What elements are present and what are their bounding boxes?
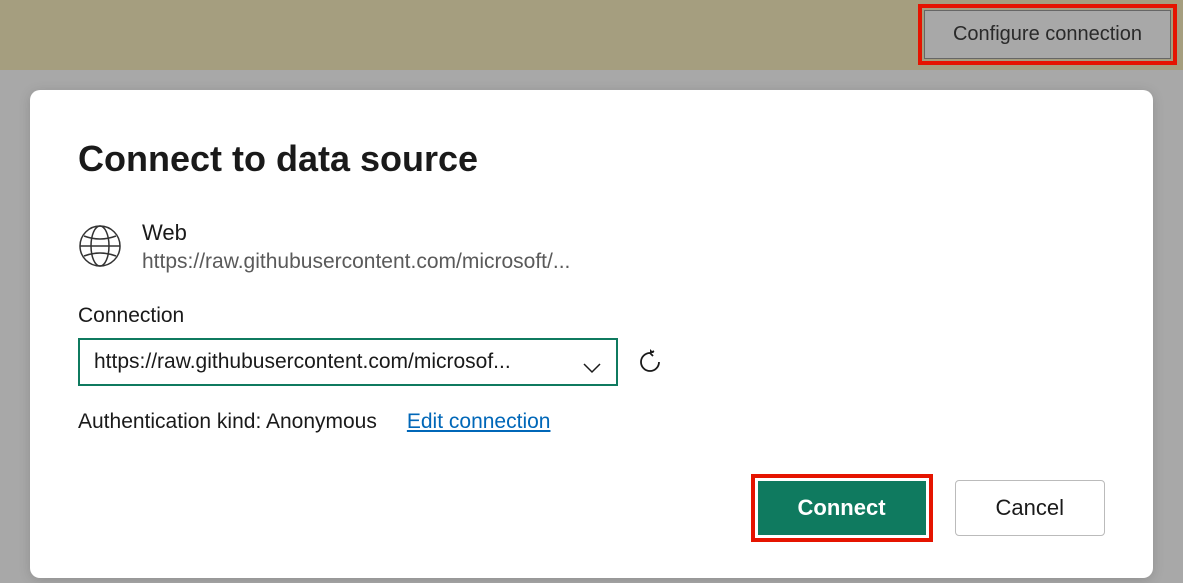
cancel-button[interactable]: Cancel: [955, 480, 1105, 536]
auth-kind-text: Authentication kind: Anonymous: [78, 410, 377, 434]
source-url-text: https://raw.githubusercontent.com/micros…: [142, 250, 570, 274]
source-row: Web https://raw.githubusercontent.com/mi…: [78, 220, 1105, 274]
connect-dialog: Connect to data source Web https://raw.g…: [30, 90, 1153, 578]
dialog-title: Connect to data source: [78, 138, 1105, 180]
source-info: Web https://raw.githubusercontent.com/mi…: [142, 220, 570, 274]
edit-connection-link[interactable]: Edit connection: [407, 410, 551, 434]
connection-dropdown[interactable]: https://raw.githubusercontent.com/micros…: [78, 338, 618, 386]
configure-button-highlight: Configure connection: [918, 4, 1177, 65]
globe-icon: [78, 224, 122, 268]
top-bar: Configure connection: [0, 0, 1183, 70]
connection-field-label: Connection: [78, 304, 1105, 328]
connection-row: https://raw.githubusercontent.com/micros…: [78, 338, 1105, 386]
refresh-icon[interactable]: [636, 348, 664, 376]
connect-button[interactable]: Connect: [758, 481, 926, 535]
configure-connection-button[interactable]: Configure connection: [924, 10, 1171, 59]
source-type-label: Web: [142, 220, 570, 246]
dialog-button-row: Connect Cancel: [78, 474, 1105, 542]
connect-button-highlight: Connect: [751, 474, 933, 542]
chevron-down-icon: [582, 356, 602, 368]
auth-row: Authentication kind: Anonymous Edit conn…: [78, 410, 1105, 434]
connection-selected-value: https://raw.githubusercontent.com/micros…: [94, 350, 511, 374]
